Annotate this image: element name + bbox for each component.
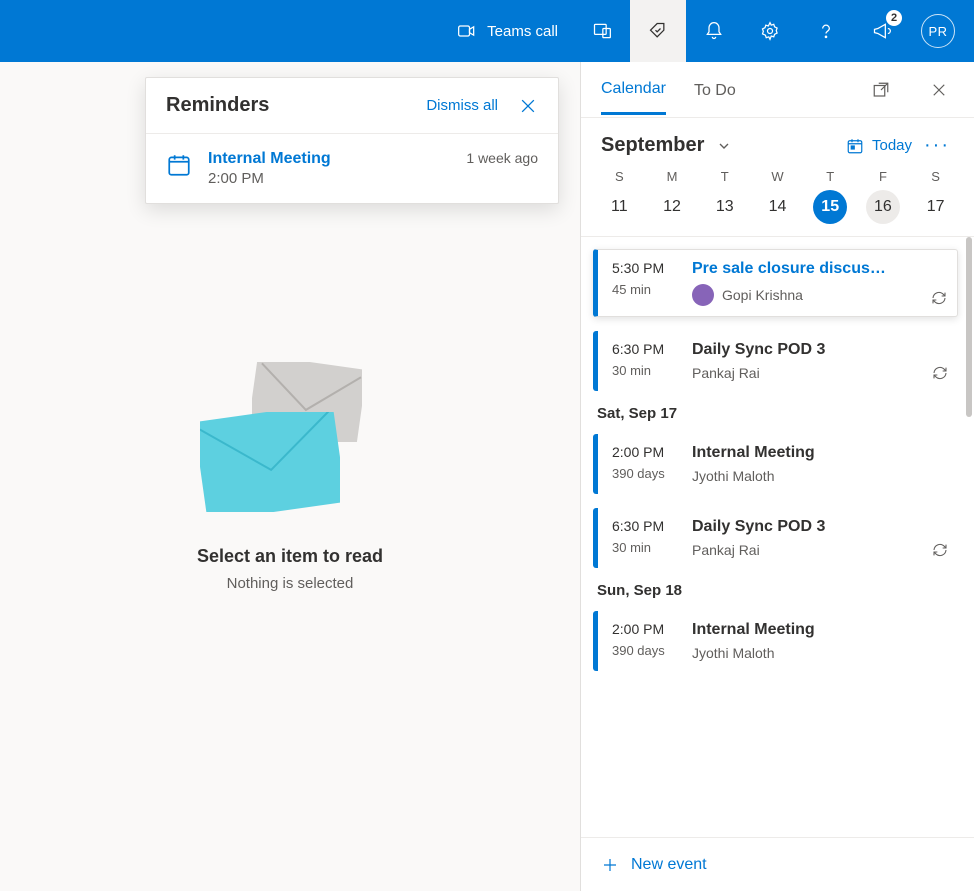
teams-call-button[interactable]: Teams call [441,0,574,62]
event-organizer: Pankaj Rai [692,365,946,381]
month-dropdown-button[interactable] [716,138,732,154]
event-time: 6:30 PM [612,518,674,534]
event-title: Daily Sync POD 3 [692,518,946,536]
day-number[interactable]: 13 [708,190,742,224]
close-icon [930,81,948,99]
day-number[interactable]: 16 [866,190,900,224]
day-of-week-label: F [879,169,887,184]
day-number[interactable]: 14 [760,190,794,224]
recurring-icon [931,290,947,306]
event-time: 2:00 PM [612,621,674,637]
recurring-icon [932,542,948,558]
my-day-button[interactable] [630,0,686,62]
notifications-button[interactable] [686,0,742,62]
checkmark-tag-icon [648,21,668,41]
event-duration: 45 min [612,282,674,297]
event-card[interactable]: 2:00 PM 390 days Internal Meeting Jyothi Ma… [593,611,958,671]
new-event-button[interactable]: New event [581,837,974,891]
month-picker-row: September Today ··· [581,118,974,165]
question-icon [816,21,836,41]
empty-state-subtitle: Nothing is selected [227,575,354,592]
day-of-week-label: T [826,169,834,184]
day-number[interactable]: 15 [813,190,847,224]
day-of-week-label: S [931,169,940,184]
announcements-button[interactable]: 2 [854,0,910,62]
week-strip: S 11 M 12 T 13 W 14 T 15 F 16 S 17 [581,165,974,237]
event-time: 5:30 PM [612,260,674,276]
day-section-header: Sat, Sep 17 [597,405,958,422]
empty-state-title: Select an item to read [197,546,383,567]
scrollbar-thumb[interactable] [966,237,972,417]
event-duration: 390 days [612,466,674,481]
event-title: Pre sale closure discus… [692,260,945,278]
month-label: September [601,134,704,157]
day-number[interactable]: 17 [919,190,953,224]
teams-call-label: Teams call [487,23,558,40]
reminder-time: 2:00 PM [208,170,450,187]
reminder-title: Internal Meeting [208,150,450,168]
side-panel-tabs: Calendar To Do [581,62,974,118]
day-section-header: Sun, Sep 18 [597,582,958,599]
new-event-label: New event [631,856,707,874]
announcements-badge: 2 [886,10,902,26]
settings-button[interactable] [742,0,798,62]
avatar-initials: PR [921,14,955,48]
event-duration: 30 min [612,540,674,555]
calendar-more-button[interactable]: ··· [920,134,954,157]
organizer-avatar [692,284,714,306]
event-organizer: Pankaj Rai [692,542,946,558]
event-card[interactable]: 6:30 PM 30 min Daily Sync POD 3 Pankaj Rai [593,331,958,391]
reminders-close-button[interactable] [518,96,538,116]
event-duration: 390 days [612,643,674,658]
event-organizer: Jyothi Maloth [692,645,946,661]
present-icon [592,21,612,41]
tab-calendar[interactable]: Calendar [601,64,666,115]
gear-icon [760,21,780,41]
meet-now-button[interactable] [574,0,630,62]
reminders-popup: Reminders Dismiss all Internal Meeting 2… [145,77,559,204]
help-button[interactable] [798,0,854,62]
account-button[interactable]: PR [910,0,966,62]
event-card[interactable]: 2:00 PM 390 days Internal Meeting Jyothi Ma… [593,434,958,494]
day-number[interactable]: 12 [655,190,689,224]
reminder-ago: 1 week ago [466,150,538,166]
close-icon [518,96,538,116]
reminders-title: Reminders [166,94,269,117]
event-time: 2:00 PM [612,444,674,460]
video-icon [457,21,477,41]
popout-button[interactable] [866,75,896,105]
plus-icon [601,856,619,874]
event-duration: 30 min [612,363,674,378]
event-time: 6:30 PM [612,341,674,357]
today-button[interactable]: Today [846,137,912,155]
events-list[interactable]: 5:30 PM 45 min Pre sale closure discus… Gop… [581,237,974,837]
event-organizer: Gopi Krishna [692,284,945,306]
event-title: Internal Meeting [692,444,946,462]
event-card[interactable]: 6:30 PM 30 min Daily Sync POD 3 Pankaj Rai [593,508,958,568]
bell-icon [704,21,724,41]
day-of-week-label: M [667,169,678,184]
day-of-week-label: S [615,169,624,184]
my-day-panel: Calendar To Do September Today ··· S 11 M 1… [580,62,974,891]
event-card[interactable]: 5:30 PM 45 min Pre sale closure discus… Gop… [593,249,958,317]
day-of-week-label: T [721,169,729,184]
close-panel-button[interactable] [924,75,954,105]
today-label: Today [872,137,912,154]
popout-icon [872,81,890,99]
event-title: Internal Meeting [692,621,946,639]
chevron-down-icon [716,138,732,154]
empty-state-illustration [200,362,380,522]
tab-todo[interactable]: To Do [694,66,736,114]
event-title: Daily Sync POD 3 [692,341,946,359]
calendar-today-icon [846,137,864,155]
dismiss-all-button[interactable]: Dismiss all [426,97,498,114]
event-organizer: Jyothi Maloth [692,468,946,484]
recurring-icon [932,365,948,381]
app-header: Teams call 2 PR [0,0,974,62]
calendar-icon [166,152,192,183]
day-of-week-label: W [771,169,783,184]
reminder-item[interactable]: Internal Meeting 2:00 PM 1 week ago [146,134,558,203]
day-number[interactable]: 11 [602,190,636,224]
